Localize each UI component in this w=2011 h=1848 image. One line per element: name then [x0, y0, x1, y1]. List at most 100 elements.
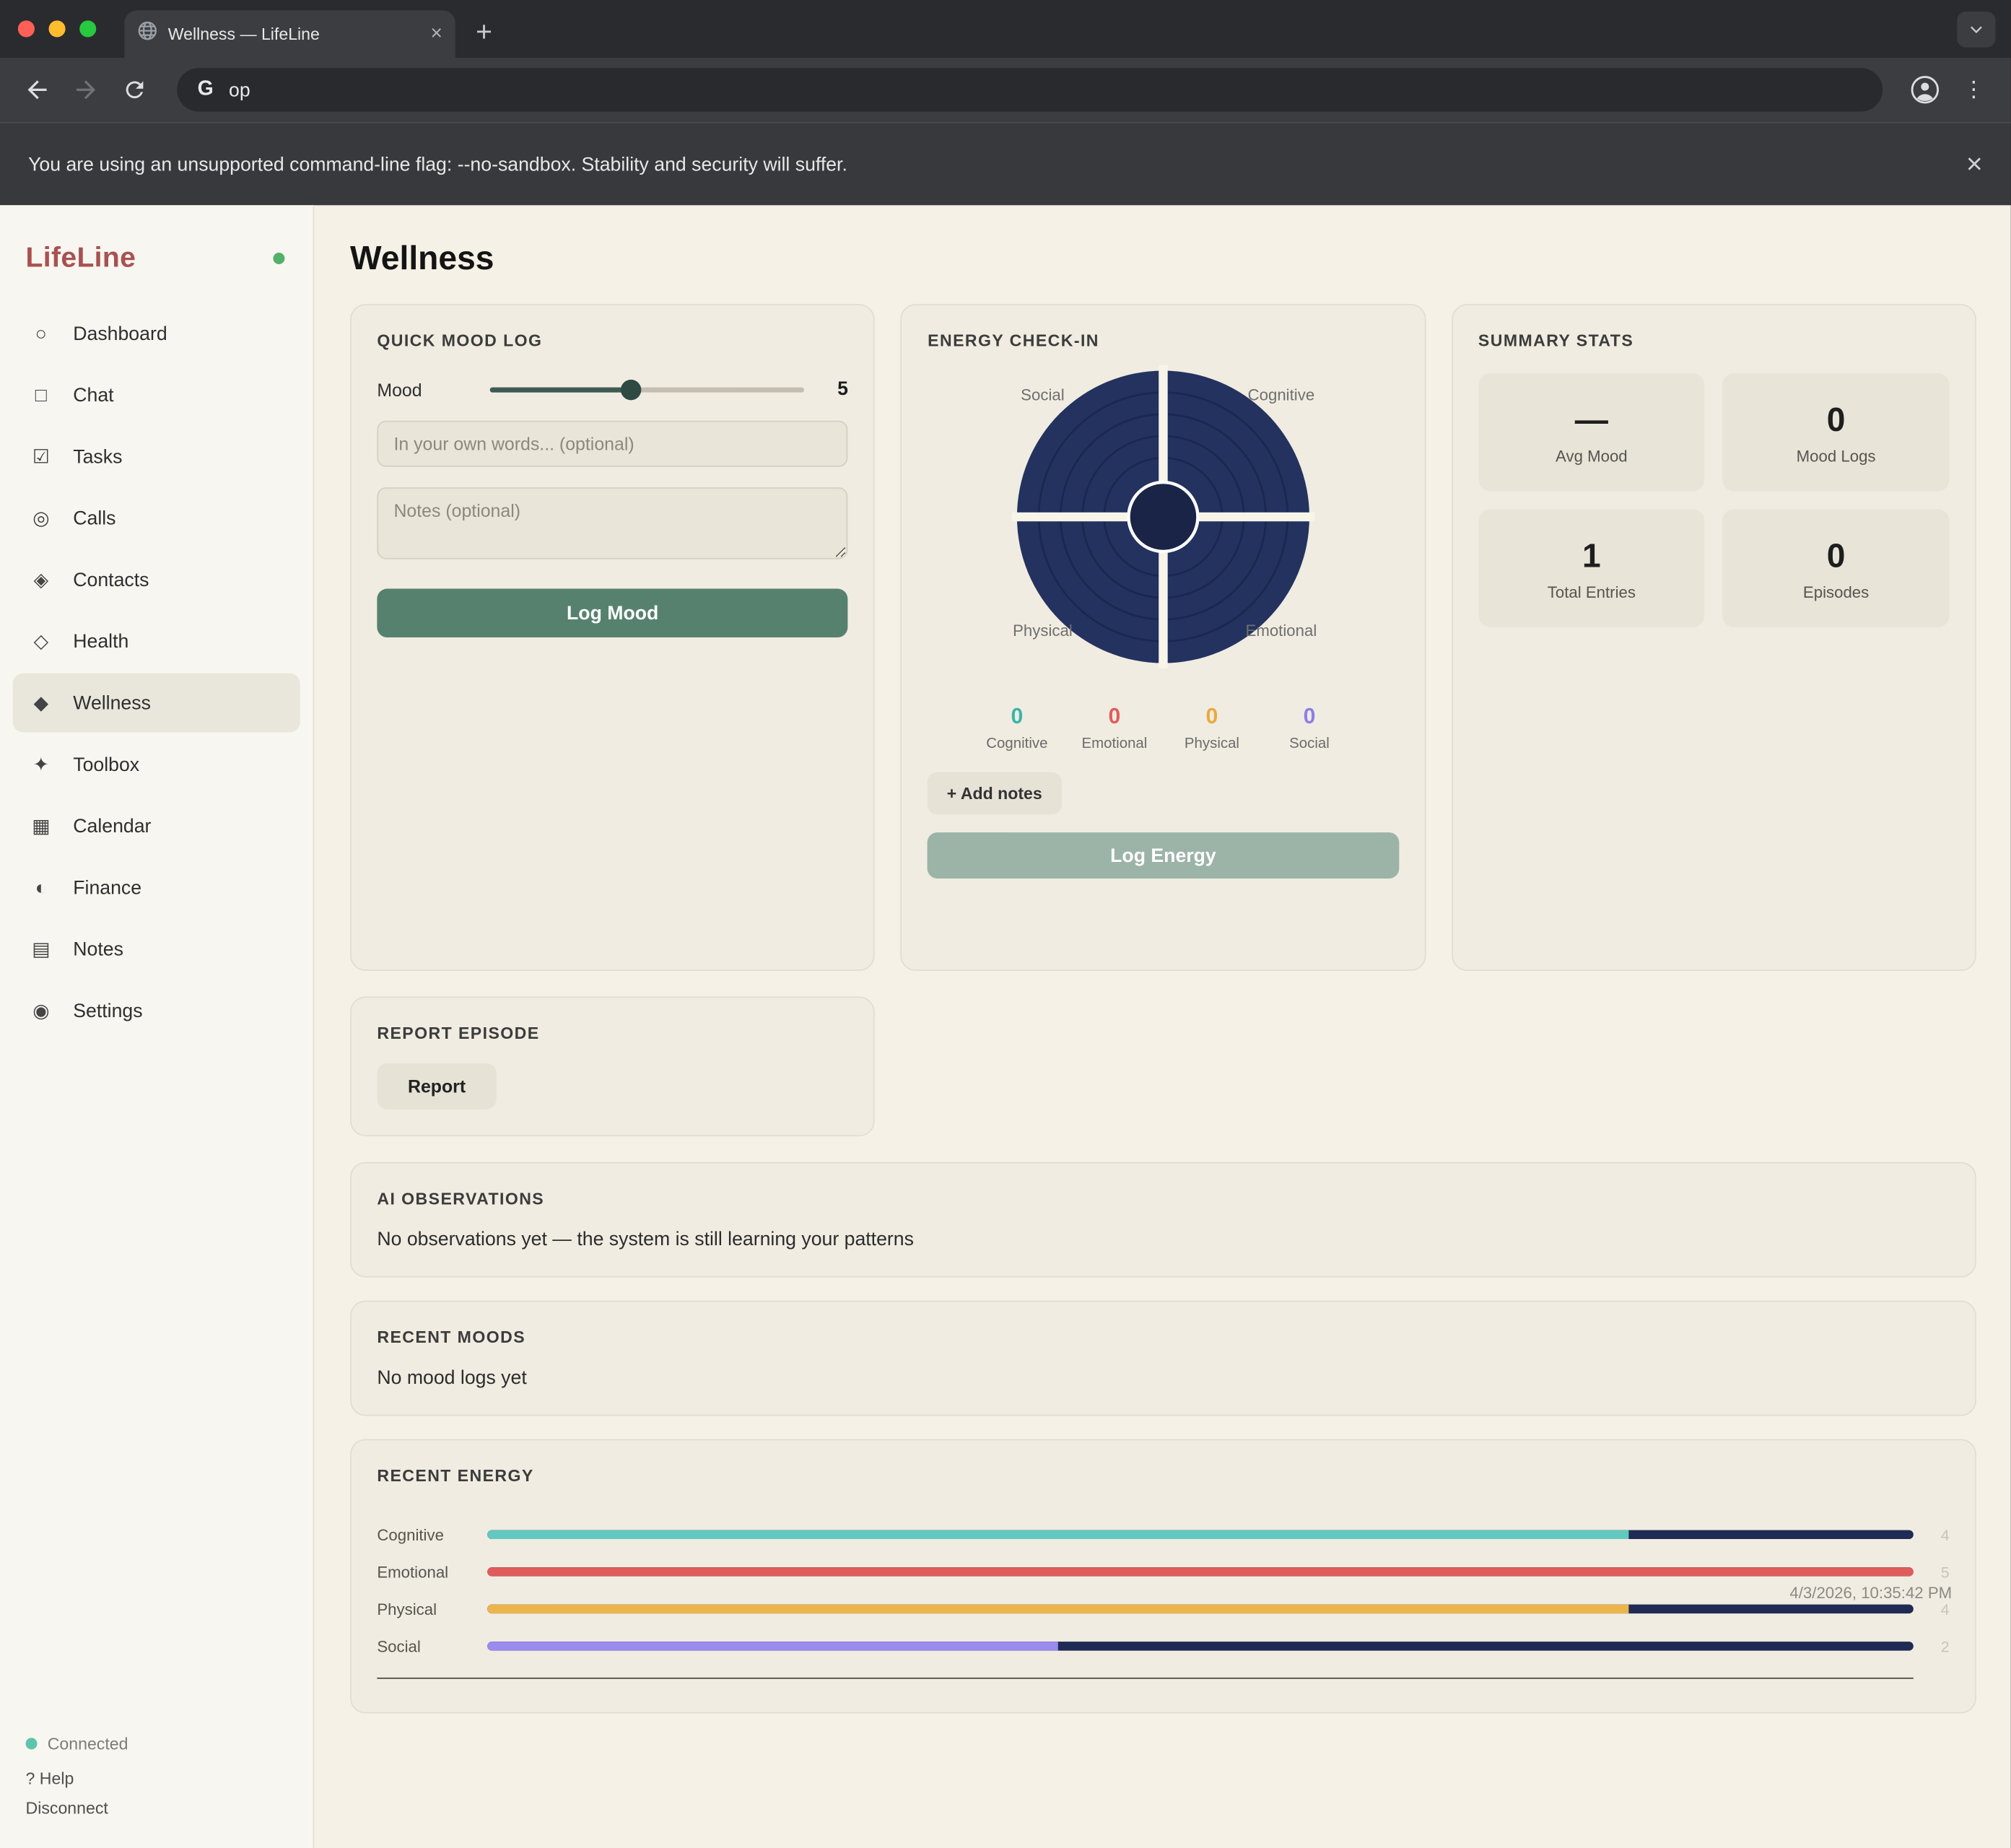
energy-checkin-card: ENERGY CHECK-IN Social [901, 304, 1426, 971]
page-title: Wellness [350, 238, 1976, 278]
connection-status: Connected [26, 1734, 287, 1753]
sidebar-item-toolbox[interactable]: ✦ Toolbox [13, 735, 300, 794]
traffic-lights [18, 20, 96, 37]
energy-num-physical: 0 [1174, 704, 1251, 730]
sidebar-item-label: Health [73, 630, 128, 652]
quick-mood-log-card: QUICK MOOD LOG Mood 5 Log Mood [350, 304, 875, 971]
bar-track [487, 1642, 1914, 1650]
chat-icon: □ [28, 384, 54, 406]
energy-bar-row: Emotional 5 [377, 1553, 1949, 1591]
ai-observations-card: AI OBSERVATIONS No observations yet — th… [350, 1162, 1976, 1278]
calls-icon: ◎ [28, 507, 54, 530]
profile-icon[interactable] [1901, 66, 1950, 115]
minimize-window-button[interactable] [49, 20, 66, 37]
energy-value-emotional: 0 Emotional [1076, 704, 1153, 751]
mood-slider-fill [490, 387, 632, 392]
sidebar-item-notes[interactable]: ▤ Notes [13, 920, 300, 979]
axis-label-social: Social [1021, 386, 1064, 404]
recent-moods-heading: RECENT MOODS [377, 1328, 1949, 1347]
observations-empty-text: No observations yet — the system is stil… [377, 1229, 1949, 1250]
stat-mood-logs: 0 Mood Logs [1723, 373, 1950, 491]
zoom-window-button[interactable] [79, 20, 96, 37]
new-tab-button[interactable]: + [476, 18, 492, 46]
energy-cap-social: Social [1271, 736, 1348, 751]
help-link[interactable]: ? Help [26, 1769, 287, 1788]
mood-value: 5 [805, 378, 848, 400]
mood-words-input[interactable] [377, 421, 848, 467]
energy-heading: ENERGY CHECK-IN [928, 331, 1399, 350]
energy-value-physical: 0 Physical [1174, 704, 1251, 751]
energy-cap-cognitive: Cognitive [979, 736, 1056, 751]
tab-close-icon[interactable]: × [430, 24, 442, 44]
banner-close-icon[interactable]: × [1966, 147, 1983, 180]
axis-label-emotional: Emotional [1246, 622, 1317, 640]
sidebar-item-health[interactable]: ◇ Health [13, 611, 300, 671]
browser-tab[interactable]: Wellness — LifeLine × [124, 10, 455, 58]
bar-value: 4 [1914, 1525, 1950, 1543]
browser-toolbar: G ⋮ [0, 58, 2011, 122]
energy-cap-emotional: Emotional [1076, 736, 1153, 751]
stat-grid: — Avg Mood 0 Mood Logs 1 Total Entries [1478, 373, 1950, 627]
address-bar[interactable]: G [177, 68, 1883, 111]
url-input[interactable] [229, 79, 1862, 100]
google-g-icon: G [198, 78, 214, 101]
bar-track [487, 1530, 1914, 1539]
mood-label: Mood [377, 379, 489, 399]
notes-icon: ▤ [28, 938, 54, 961]
report-button[interactable]: Report [377, 1063, 496, 1110]
sidebar-item-finance[interactable]: ◐ Finance [13, 858, 300, 918]
bar-label: Physical [377, 1600, 487, 1618]
sidebar-item-wellness[interactable]: ◆ Wellness [13, 674, 300, 733]
tasks-icon: ☑ [28, 445, 54, 468]
sidebar-item-label: Calendar [73, 815, 151, 837]
sidebar-item-dashboard[interactable]: ○ Dashboard [13, 304, 300, 363]
sidebar-item-chat[interactable]: □ Chat [13, 365, 300, 424]
sidebar-item-settings[interactable]: ◉ Settings [13, 981, 300, 1040]
energy-num-cognitive: 0 [979, 704, 1056, 730]
dashboard-icon: ○ [28, 323, 54, 344]
sidebar-footer: Connected ? Help Disconnect [0, 1734, 313, 1828]
toolbox-icon: ✦ [28, 753, 54, 776]
unsupported-flag-banner: You are using an unsupported command-lin… [0, 122, 2011, 205]
tab-search-chevron-icon[interactable] [1957, 12, 1995, 48]
sidebar-item-tasks[interactable]: ☑ Tasks [13, 427, 300, 487]
brand-logo: LifeLine [26, 241, 136, 274]
energy-radar-chart[interactable]: Social Cognitive Physical Emotional [1009, 363, 1317, 671]
menu-kebab-icon[interactable]: ⋮ [1950, 66, 1999, 115]
stat-avg-mood: — Avg Mood [1478, 373, 1705, 491]
sidebar-item-calendar[interactable]: ▦ Calendar [13, 796, 300, 855]
app-root: LifeLine ○ Dashboard □ Chat ☑ Tasks ◎ Ca… [0, 205, 2011, 1848]
bar-value: 4 [1914, 1600, 1950, 1618]
wellness-icon: ◆ [28, 692, 54, 715]
banner-text: You are using an unsupported command-lin… [28, 153, 847, 175]
sidebar-item-label: Calls [73, 507, 115, 529]
sidebar-item-label: Chat [73, 384, 113, 406]
summary-heading: SUMMARY STATS [1478, 331, 1950, 350]
contacts-icon: ◈ [28, 568, 54, 591]
globe-favicon-icon [137, 20, 157, 47]
energy-value-social: 0 Social [1271, 704, 1348, 751]
disconnect-link[interactable]: Disconnect [26, 1798, 287, 1818]
log-energy-button[interactable]: Log Energy [928, 832, 1399, 879]
mood-slider-thumb[interactable] [621, 379, 642, 399]
log-mood-button[interactable]: Log Mood [377, 589, 848, 638]
bar-label: Cognitive [377, 1525, 487, 1543]
bar-fill [487, 1642, 1057, 1650]
main-content: Wellness QUICK MOOD LOG Mood 5 [314, 205, 2011, 1848]
energy-bar-row: Physical 4 [377, 1590, 1949, 1628]
reload-button[interactable] [110, 66, 160, 115]
forward-button[interactable] [61, 66, 110, 115]
sidebar-item-contacts[interactable]: ◈ Contacts [13, 550, 300, 609]
axis-label-physical: Physical [1013, 622, 1073, 640]
bar-fill [487, 1567, 1914, 1576]
back-button[interactable] [13, 66, 62, 115]
sidebar-item-calls[interactable]: ◎ Calls [13, 489, 300, 548]
mood-slider[interactable] [490, 379, 805, 399]
sidebar: LifeLine ○ Dashboard □ Chat ☑ Tasks ◎ Ca… [0, 205, 314, 1848]
close-window-button[interactable] [18, 20, 35, 37]
energy-values-row: 0 Cognitive 0 Emotional 0 Physical 0 [928, 704, 1399, 751]
bar-value: 5 [1914, 1563, 1950, 1581]
add-notes-button[interactable]: + Add notes [928, 772, 1061, 815]
bar-track [487, 1567, 1914, 1576]
mood-notes-textarea[interactable] [377, 487, 848, 559]
